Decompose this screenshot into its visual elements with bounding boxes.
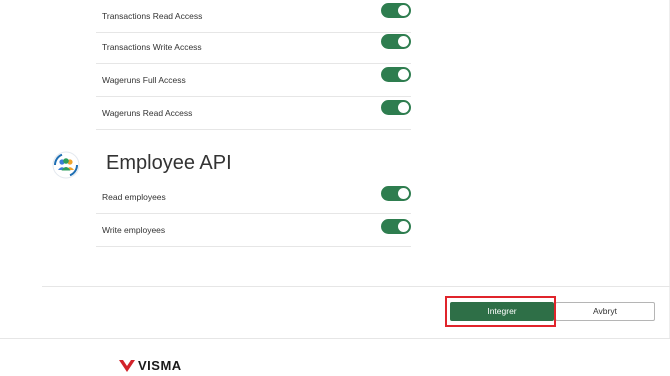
permission-label: Write employees: [102, 225, 166, 235]
toggle-knob: [398, 5, 409, 16]
people-group-icon: [52, 151, 80, 179]
page-footer-divider: [0, 338, 670, 339]
brand-logo-text: VISMA: [138, 358, 182, 373]
toggle-knob: [398, 221, 409, 232]
toggle-knob: [398, 36, 409, 47]
permission-row-transactions-write: Transactions Write Access: [96, 31, 411, 64]
permission-toggle[interactable]: [381, 3, 411, 18]
toggle-knob: [398, 69, 409, 80]
permission-toggle[interactable]: [381, 67, 411, 82]
permission-label: Read employees: [102, 192, 166, 202]
permission-row-transactions-read: Transactions Read Access: [96, 0, 411, 33]
footer-divider: [42, 286, 670, 287]
permission-label: Wageruns Full Access: [102, 75, 186, 85]
permission-row-read-employees: Read employees: [96, 181, 411, 214]
permission-row-write-employees: Write employees: [96, 214, 411, 247]
permission-label: Transactions Read Access: [102, 11, 203, 21]
permission-label: Transactions Write Access: [102, 42, 202, 52]
toggle-knob: [398, 102, 409, 113]
permission-toggle[interactable]: [381, 34, 411, 49]
permission-toggle[interactable]: [381, 100, 411, 115]
permission-toggle[interactable]: [381, 186, 411, 201]
permission-toggle[interactable]: [381, 219, 411, 234]
visma-logo-icon: [119, 360, 135, 372]
permission-row-wageruns-read: Wageruns Read Access: [96, 97, 411, 130]
permission-row-wageruns-full: Wageruns Full Access: [96, 64, 411, 97]
section-title-employee-api: Employee API: [106, 152, 232, 174]
cancel-button[interactable]: Avbryt: [555, 302, 655, 321]
toggle-knob: [398, 188, 409, 199]
integrate-button[interactable]: Integrer: [450, 302, 554, 321]
permission-label: Wageruns Read Access: [102, 108, 193, 118]
